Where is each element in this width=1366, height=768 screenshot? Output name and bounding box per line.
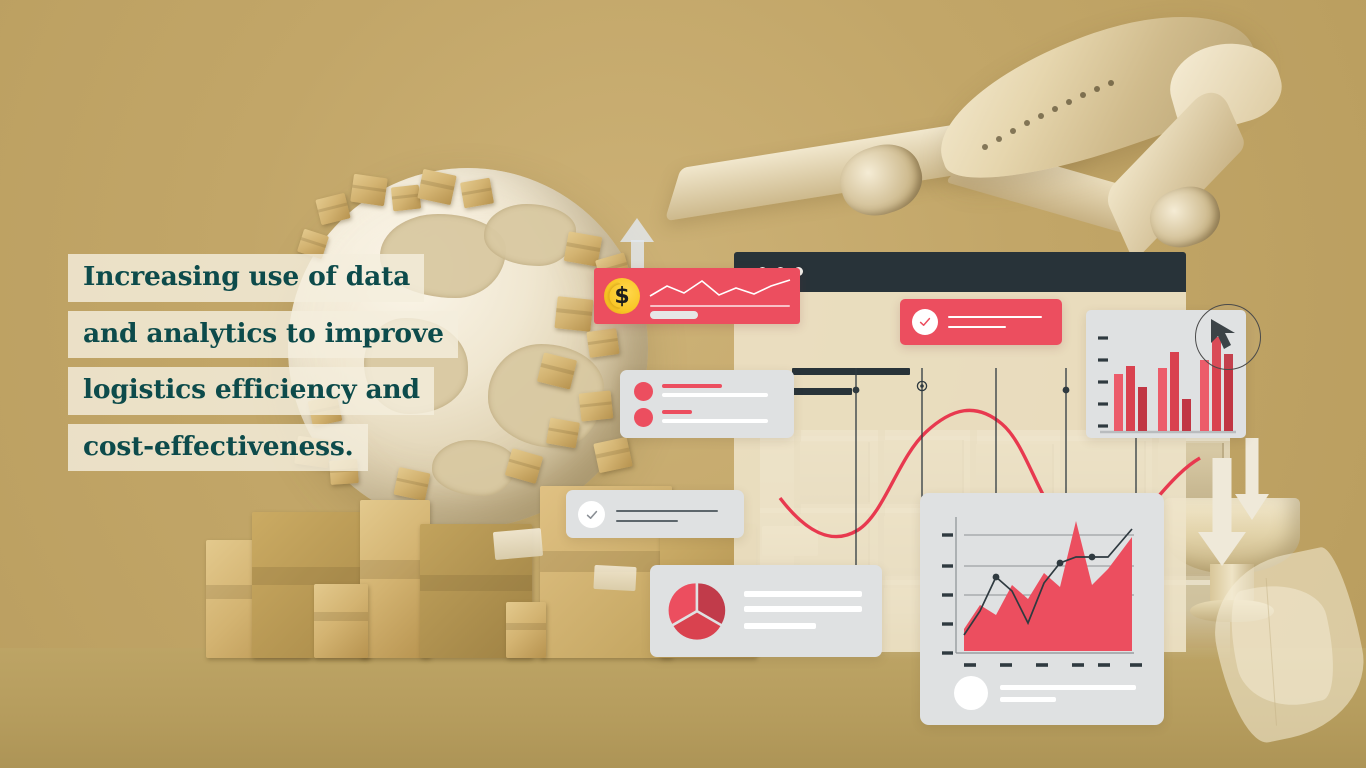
- check-circle-icon: [578, 501, 605, 528]
- list-row-2-title: [662, 410, 692, 414]
- poster-canvas: Increasing use of data and analytics to …: [0, 0, 1366, 768]
- headline-line-4: cost-effectiveness.: [68, 423, 368, 471]
- footer-line-1: [1000, 685, 1136, 690]
- dollar-symbol: $: [614, 283, 630, 309]
- headline-line-1: Increasing use of data: [68, 254, 425, 302]
- arrow-down-large-icon: [1195, 458, 1249, 568]
- check-circle-icon: [912, 309, 938, 335]
- list-bullet-1: [634, 382, 653, 401]
- footer-line-2: [1000, 697, 1056, 702]
- revenue-card[interactable]: $: [594, 268, 800, 324]
- task-line-1: [616, 510, 718, 512]
- status-line-1: [948, 316, 1042, 318]
- pie-text-line-2: [744, 606, 862, 612]
- headline-line-2: and analytics to improve: [68, 310, 458, 358]
- task-complete-card[interactable]: [566, 490, 744, 538]
- status-line-2: [948, 326, 1006, 328]
- list-row-1-body: [662, 393, 768, 397]
- list-row-2-body: [662, 419, 768, 423]
- revenue-card-chip: [650, 311, 698, 319]
- browser-titlebar: [734, 252, 1186, 292]
- cursor-arrow-icon[interactable]: [1208, 316, 1250, 358]
- avatar: [954, 676, 988, 710]
- pie-text-line-3: [744, 623, 816, 629]
- area-chart: [942, 517, 1142, 667]
- list-row-1-title: [662, 384, 722, 388]
- page-title: Increasing use of data and analytics to …: [68, 254, 538, 480]
- task-line-2: [616, 520, 678, 522]
- area-chart-card[interactable]: [920, 493, 1164, 725]
- pie-chart-card[interactable]: [650, 565, 882, 657]
- airplane-illustration: [630, 0, 1290, 268]
- pie-text-line-1: [744, 591, 862, 597]
- revenue-card-sparkline: [649, 279, 791, 297]
- status-complete-card[interactable]: [900, 299, 1062, 345]
- bullet-list-card[interactable]: [620, 370, 794, 438]
- pie-chart: [668, 583, 726, 640]
- dollar-coin-icon: $: [604, 278, 640, 314]
- list-bullet-2: [634, 408, 653, 427]
- revenue-card-rule: [650, 305, 790, 307]
- headline-line-3: logistics efficiency and: [68, 367, 434, 415]
